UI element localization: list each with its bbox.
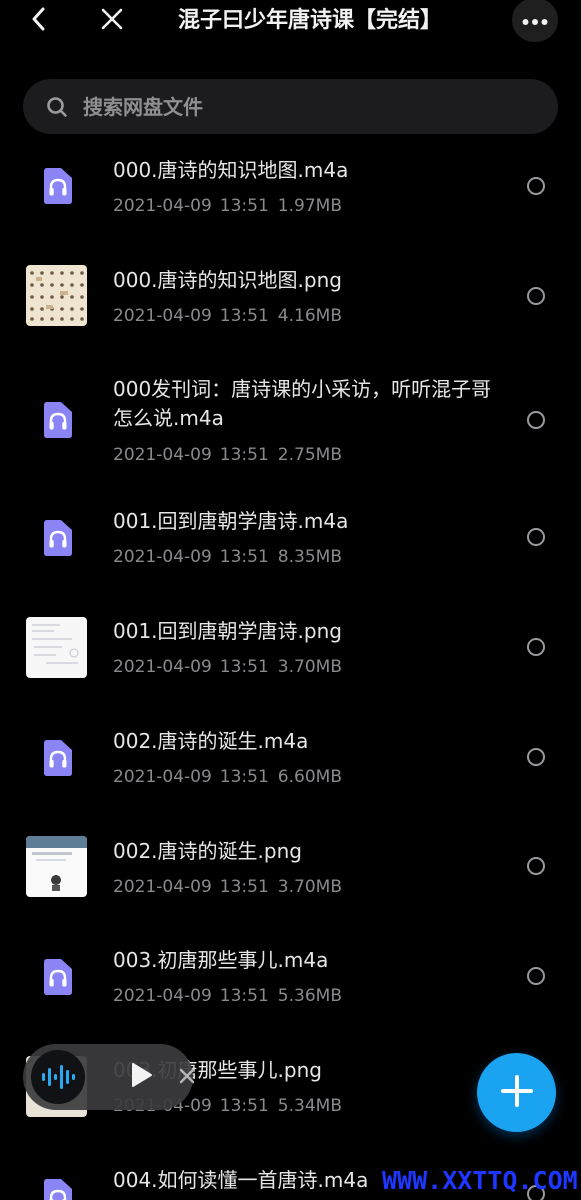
play-button[interactable] <box>127 1062 157 1092</box>
page-title: 混子曰少年唐诗课【完结】 <box>177 8 442 33</box>
audio-wave-icon[interactable] <box>31 1050 85 1104</box>
file-time: 13:51 <box>219 196 269 216</box>
file-size: 3.70MB <box>277 877 342 897</box>
image-thumbnail <box>26 617 87 678</box>
audio-file-icon <box>26 946 87 1007</box>
file-date: 2021-04-09 <box>113 657 212 677</box>
file-time: 13:51 <box>219 767 269 787</box>
file-size: 4.16MB <box>277 306 342 326</box>
file-time: 13:51 <box>219 306 269 326</box>
file-date: 2021-04-09 <box>113 986 212 1006</box>
select-radio[interactable] <box>527 177 545 195</box>
file-size: 1.97MB <box>277 196 342 216</box>
file-meta: 2021-04-09 13:51 8.35MB <box>113 546 342 568</box>
file-name: 002.唐诗的诞生.m4a <box>113 729 309 753</box>
chevron-left-icon <box>31 7 47 35</box>
file-date: 2021-04-09 <box>113 547 212 567</box>
file-name: 002.唐诗的诞生.png <box>113 839 302 863</box>
file-size: 5.36MB <box>277 986 342 1006</box>
select-radio[interactable] <box>527 967 545 985</box>
file-meta: 2021-04-09 13:51 2.75MB <box>113 444 342 466</box>
file-date: 2021-04-09 <box>113 767 212 787</box>
file-time: 13:51 <box>219 877 269 897</box>
file-date: 2021-04-09 <box>113 445 212 465</box>
file-meta: 2021-04-09 13:51 5.36MB <box>113 985 342 1007</box>
select-radio[interactable] <box>527 528 545 546</box>
file-meta: 2021-04-09 13:51 3.70MB <box>113 656 342 678</box>
file-meta: 2021-04-09 13:51 3.70MB <box>113 876 342 898</box>
image-thumbnail <box>26 265 87 326</box>
file-size: 6.60MB <box>277 767 342 787</box>
plus-icon <box>500 1074 534 1112</box>
file-time: 13:51 <box>219 986 269 1006</box>
search-bar[interactable] <box>23 79 558 134</box>
file-time: 13:51 <box>219 1096 269 1116</box>
close-icon <box>101 8 123 34</box>
file-time: 13:51 <box>219 657 269 677</box>
top-bar: 混子曰少年唐诗课【完结】 <box>0 0 581 42</box>
add-button[interactable] <box>477 1053 556 1132</box>
file-list: 000.唐诗的知识地图.m4a 2021-04-09 13:51 1.97MB 000.… <box>0 0 581 1200</box>
file-name: 001.回到唐朝学唐诗.png <box>113 619 342 643</box>
file-size: 8.35MB <box>277 547 342 567</box>
play-icon <box>131 1062 153 1092</box>
select-radio[interactable] <box>527 638 545 656</box>
select-radio[interactable] <box>527 287 545 305</box>
audio-file-icon <box>26 389 87 450</box>
search-icon <box>45 95 69 119</box>
file-name: 003.初唐那些事儿.m4a <box>113 948 329 972</box>
audio-file-icon <box>26 155 87 216</box>
watermark: WWW.XXTTQ.COM <box>382 1166 578 1195</box>
file-time: 13:51 <box>219 547 269 567</box>
file-size: 2.75MB <box>277 445 342 465</box>
mini-player[interactable] <box>23 1044 195 1110</box>
file-size: 5.34MB <box>277 1096 342 1116</box>
file-name: 000发刊词：唐诗课的小采访，听听混子哥怎么说.m4a <box>113 377 492 430</box>
close-button[interactable] <box>97 6 127 36</box>
close-icon <box>179 1068 195 1088</box>
file-date: 2021-04-09 <box>113 877 212 897</box>
file-date: 2021-04-09 <box>113 306 212 326</box>
audio-file-icon <box>26 727 87 788</box>
file-meta: 2021-04-09 13:51 1.97MB <box>113 195 342 217</box>
player-close-button[interactable] <box>175 1066 199 1090</box>
file-date: 2021-04-09 <box>113 196 212 216</box>
audio-file-icon <box>26 507 87 568</box>
select-radio[interactable] <box>527 857 545 875</box>
select-radio[interactable] <box>527 748 545 766</box>
file-name: 000.唐诗的知识地图.m4a <box>113 158 349 182</box>
image-thumbnail <box>26 836 87 897</box>
audio-file-icon <box>26 1166 87 1200</box>
file-name: 001.回到唐朝学唐诗.m4a <box>113 509 349 533</box>
more-horizontal-icon <box>522 11 548 30</box>
file-meta: 2021-04-09 13:51 4.16MB <box>113 305 342 327</box>
back-button[interactable] <box>24 6 54 36</box>
search-input[interactable] <box>81 93 505 120</box>
file-meta: 2021-04-09 13:51 6.60MB <box>113 766 342 788</box>
app-screen: 000.唐诗的知识地图.m4a 2021-04-09 13:51 1.97MB 000.… <box>0 0 581 1200</box>
more-button[interactable] <box>512 0 558 42</box>
file-size: 3.70MB <box>277 657 342 677</box>
select-radio[interactable] <box>527 411 545 429</box>
file-name: 000.唐诗的知识地图.png <box>113 268 342 292</box>
file-time: 13:51 <box>219 445 269 465</box>
